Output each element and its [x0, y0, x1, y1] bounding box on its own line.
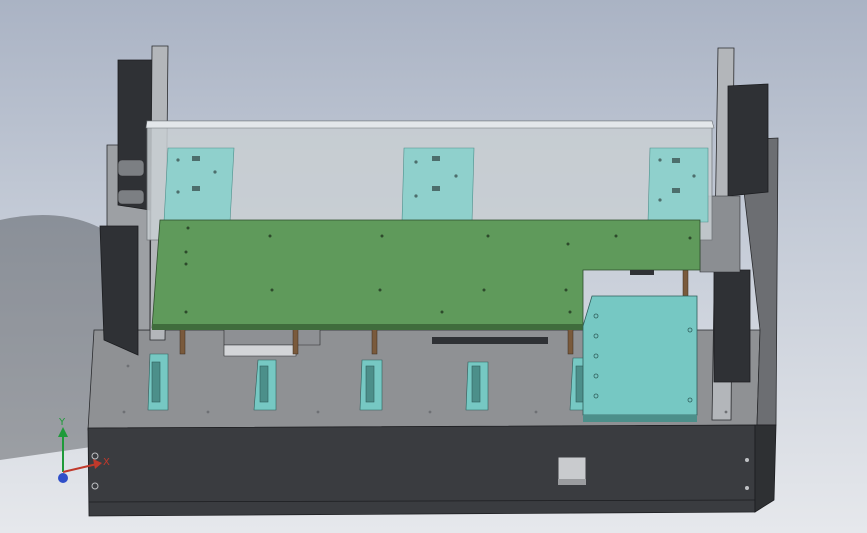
spring-clip [147, 353, 169, 411]
spring-clip [359, 359, 383, 411]
spring-clip [465, 361, 489, 411]
x-axis-arrow [62, 463, 98, 473]
assembly-model [0, 45, 779, 517]
base-front-panel [87, 424, 756, 517]
screw-hole [745, 486, 749, 490]
interface-module[interactable] [582, 295, 698, 422]
axis-y-label: Y [59, 417, 66, 428]
x-arrow-head [93, 459, 102, 469]
slot-cutout [432, 337, 548, 344]
z-axis-marker [58, 473, 68, 483]
axis-x-label: X [103, 457, 110, 468]
screw-hole [745, 458, 749, 462]
spring-clip [253, 359, 277, 411]
cad-viewport[interactable]: Y X [0, 0, 867, 533]
y-arrow-head [58, 427, 68, 437]
